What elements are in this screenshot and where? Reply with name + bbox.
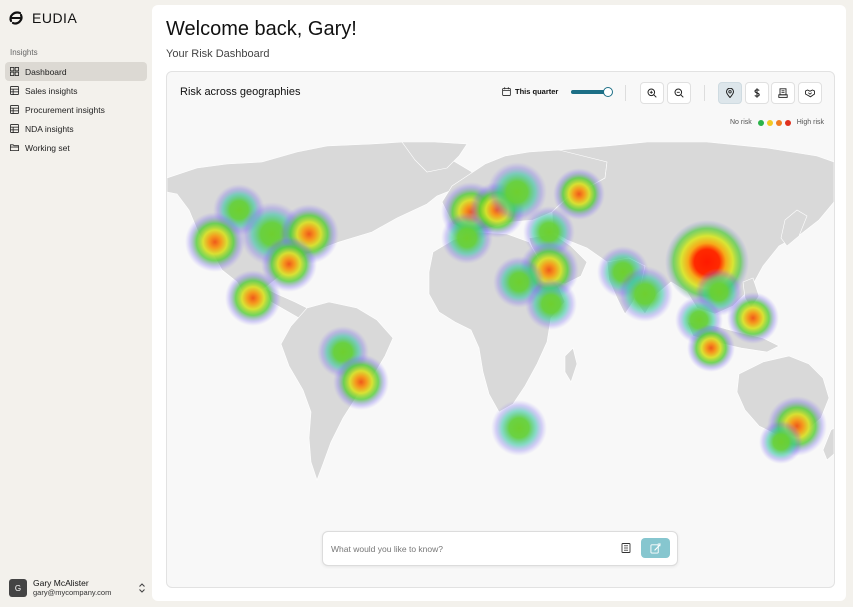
table-icon bbox=[10, 105, 19, 114]
location-pin-icon bbox=[725, 88, 735, 98]
zoom-in-icon bbox=[647, 88, 657, 98]
legend-dot-elevated bbox=[775, 119, 782, 126]
send-button[interactable] bbox=[641, 538, 670, 558]
period-selector[interactable]: This quarter bbox=[502, 87, 558, 96]
legend-dot-medium bbox=[766, 119, 773, 126]
sidebar-item-sales-insights[interactable]: Sales insights bbox=[5, 81, 147, 100]
heat-spot-south-africa[interactable] bbox=[491, 400, 547, 456]
legend-high-label: High risk bbox=[796, 119, 824, 126]
dollar-icon bbox=[754, 88, 760, 98]
sidebar-section-label: Insights bbox=[10, 48, 38, 57]
sidebar-item-label: Working set bbox=[25, 142, 70, 153]
brand-name: EUDIA bbox=[32, 10, 78, 26]
sidebar-item-nda-insights[interactable]: NDA insights bbox=[5, 119, 147, 138]
sidebar-item-procurement-insights[interactable]: Procurement insights bbox=[5, 100, 147, 119]
zoom-out-button[interactable] bbox=[667, 82, 691, 104]
zoom-out-icon bbox=[674, 88, 684, 98]
legend-dot-high bbox=[784, 119, 791, 126]
folder-icon bbox=[10, 144, 19, 152]
ask-input[interactable] bbox=[329, 540, 603, 558]
sidebar: EUDIA Insights Dashboard Sales insights bbox=[0, 0, 152, 607]
card-title: Risk across geographies bbox=[180, 86, 301, 98]
heat-spot-india[interactable] bbox=[617, 266, 673, 322]
sidebar-item-label: Dashboard bbox=[25, 66, 67, 77]
heat-spot-australia-south[interactable] bbox=[759, 420, 803, 464]
vendor-view-button[interactable] bbox=[771, 82, 795, 104]
avatar: G bbox=[9, 579, 27, 597]
dashboard-icon bbox=[10, 67, 19, 76]
zoom-in-button[interactable] bbox=[640, 82, 664, 104]
user-name: Gary McAlister bbox=[33, 578, 89, 588]
period-slider[interactable] bbox=[571, 87, 613, 97]
legend-dot-low bbox=[757, 119, 764, 126]
edit-send-icon bbox=[650, 542, 661, 554]
financial-view-button[interactable] bbox=[745, 82, 769, 104]
slider-fill bbox=[571, 90, 607, 94]
page-subtitle: Your Risk Dashboard bbox=[166, 48, 270, 60]
period-label: This quarter bbox=[515, 87, 559, 96]
user-info: Gary McAlister gary@mycompany.com bbox=[33, 578, 131, 598]
building-icon bbox=[778, 88, 788, 98]
table-icon bbox=[10, 86, 19, 95]
heat-spot-mexico[interactable] bbox=[225, 270, 281, 326]
location-view-button[interactable] bbox=[718, 82, 742, 104]
page-title: Welcome back, Gary! bbox=[166, 18, 357, 40]
user-menu[interactable]: G Gary McAlister gary@mycompany.com bbox=[9, 578, 147, 598]
heat-spot-spain[interactable] bbox=[441, 212, 493, 264]
heat-spot-philippines[interactable] bbox=[727, 292, 779, 344]
eudia-logo-icon bbox=[9, 11, 23, 25]
sidebar-item-label: Procurement insights bbox=[25, 104, 105, 115]
chevron-up-down-icon[interactable] bbox=[137, 582, 147, 594]
slider-thumb[interactable] bbox=[603, 87, 613, 97]
main-panel: Welcome back, Gary! Your Risk Dashboard … bbox=[152, 5, 846, 601]
sidebar-item-label: NDA insights bbox=[25, 123, 74, 134]
sidebar-item-working-set[interactable]: Working set bbox=[5, 138, 147, 157]
sidebar-nav: Dashboard Sales insights Procurement ins… bbox=[5, 62, 147, 157]
sidebar-item-label: Sales insights bbox=[25, 85, 78, 96]
document-icon[interactable] bbox=[621, 543, 631, 553]
risk-world-map[interactable] bbox=[167, 142, 834, 482]
heat-spot-indonesia[interactable] bbox=[687, 324, 735, 372]
legend-low-label: No risk bbox=[729, 119, 752, 126]
sidebar-item-dashboard[interactable]: Dashboard bbox=[5, 62, 147, 81]
partner-view-button[interactable] bbox=[798, 82, 822, 104]
ask-bar bbox=[322, 531, 678, 566]
user-email: gary@mycompany.com bbox=[33, 588, 112, 597]
heat-spot-east-africa[interactable] bbox=[525, 278, 577, 330]
handshake-icon bbox=[805, 89, 815, 98]
madagascar-shape bbox=[564, 347, 578, 383]
toolbar-divider bbox=[704, 85, 705, 101]
heat-spot-us-west[interactable] bbox=[185, 212, 245, 272]
table-icon bbox=[10, 124, 19, 133]
toolbar-divider bbox=[625, 85, 626, 101]
risk-legend: No risk High risk bbox=[730, 119, 824, 126]
brand[interactable]: EUDIA bbox=[8, 10, 77, 26]
risk-map-card: Risk across geographies This quarter No … bbox=[166, 71, 835, 588]
heat-spot-brazil[interactable] bbox=[333, 354, 389, 410]
calendar-icon bbox=[502, 87, 511, 96]
